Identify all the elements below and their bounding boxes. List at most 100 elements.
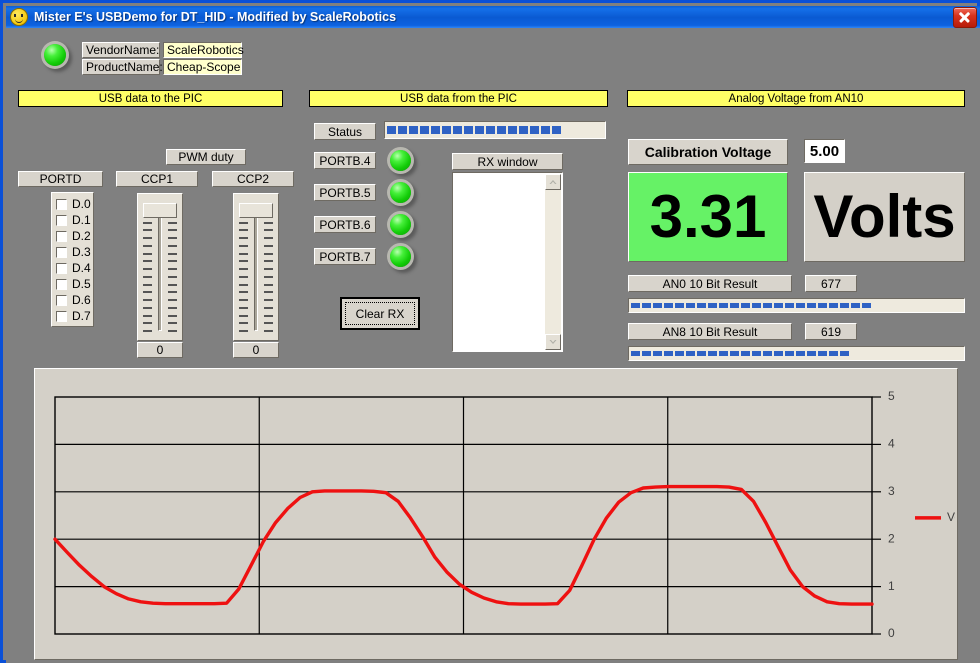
status-progress-bar [384,121,606,139]
portb6-led [390,214,411,235]
checkbox-d3[interactable] [56,247,67,258]
checkbox-d2[interactable] [56,231,67,242]
slider-tick [264,291,273,293]
slider-tick [143,222,152,224]
scroll-up-icon[interactable] [545,174,561,190]
progress-block [730,303,739,308]
checkbox-row-d0[interactable]: D.0 [56,196,93,212]
slider-tick [168,276,177,278]
slider-tick [239,330,248,332]
checkbox-row-d4[interactable]: D.4 [56,260,93,276]
ccp1-slider[interactable] [137,193,183,341]
checkbox-row-d2[interactable]: D.2 [56,228,93,244]
checkbox-row-d3[interactable]: D.3 [56,244,93,260]
progress-block [541,126,550,134]
checkbox-row-d6[interactable]: D.6 [56,292,93,308]
slider-tick [264,322,273,324]
progress-block [741,303,750,308]
progress-block [796,351,805,356]
slider-tick [143,307,152,309]
slider-tick [264,229,273,231]
rx-window-text [456,175,543,349]
voltage-readout: 3.31 [628,172,788,262]
slider-tick [168,299,177,301]
checkbox-d4[interactable] [56,263,67,274]
checkbox-row-d7[interactable]: D.7 [56,308,93,324]
ccp1-slider-ticks-right [168,206,177,332]
client-area: VendorName: ScaleRobotics ProductName: C… [6,28,980,663]
checkbox-label-d7: D.7 [72,309,91,323]
an0-result-value: 677 [805,275,857,292]
progress-block [774,303,783,308]
portb4-label: PORTB.4 [314,152,376,169]
progress-block [431,126,440,134]
chart-y-tick-label: 1 [888,579,895,593]
slider-tick [239,253,248,255]
checkbox-row-d5[interactable]: D.5 [56,276,93,292]
portb7-label: PORTB.7 [314,248,376,265]
progress-block [675,351,684,356]
slider-tick [239,307,248,309]
slider-tick [239,284,248,286]
slider-tick [239,299,248,301]
close-icon[interactable] [953,7,977,28]
slider-tick [168,322,177,324]
portb5-label: PORTB.5 [314,184,376,201]
chart-legend-label: Volts [947,510,955,524]
checkbox-row-d1[interactable]: D.1 [56,212,93,228]
progress-block [420,126,429,134]
progress-block [851,303,860,308]
chart-y-tick-label: 3 [888,484,895,498]
slider-tick [168,245,177,247]
checkbox-d5[interactable] [56,279,67,290]
usb-from-pic-banner: USB data from the PIC [309,90,608,107]
progress-block [818,303,827,308]
slider-tick [168,260,177,262]
slider-tick [143,237,152,239]
slider-tick [264,237,273,239]
checkbox-d7[interactable] [56,311,67,322]
chart-y-tick-label: 4 [888,437,895,451]
progress-block [631,303,640,308]
clear-rx-button[interactable]: Clear RX [340,297,420,330]
slider-tick [264,315,273,317]
rx-scrollbar[interactable] [545,174,561,350]
progress-block [486,126,495,134]
checkbox-d0[interactable] [56,199,67,210]
ccp2-slider-thumb[interactable] [239,203,273,218]
ccp1-slider-thumb[interactable] [143,203,177,218]
ccp1-label: CCP1 [116,171,198,187]
ccp1-value: 0 [137,342,183,358]
checkbox-d6[interactable] [56,295,67,306]
scroll-down-icon[interactable] [545,334,561,350]
progress-block [464,126,473,134]
ccp2-value: 0 [233,342,279,358]
voltage-units: Volts [813,187,955,247]
progress-block [519,126,528,134]
slider-tick [239,222,248,224]
chart-y-tick-label: 2 [888,531,895,545]
slider-tick [143,315,152,317]
checkbox-label-d5: D.5 [72,277,91,291]
progress-block [719,351,728,356]
portd-checkbox-group: D.0 D.1 D.2 D.3 D.4 D.5 [51,192,94,327]
progress-block [686,351,695,356]
checkbox-d1[interactable] [56,215,67,226]
progress-block [785,351,794,356]
title-bar: Mister E's USBDemo for DT_HID - Modified… [6,6,980,28]
slider-tick [264,222,273,224]
progress-block [508,126,517,134]
rx-window[interactable] [452,172,563,352]
ccp1-slider-ticks-left [143,206,152,332]
calibration-voltage-input[interactable]: 5.00 [804,139,845,163]
slider-tick [143,276,152,278]
checkbox-label-d4: D.4 [72,261,91,275]
progress-block [840,303,849,308]
rx-window-label: RX window [452,153,563,170]
slider-tick [168,253,177,255]
ccp2-slider[interactable] [233,193,279,341]
progress-block [796,303,805,308]
slider-tick [143,322,152,324]
progress-block [862,303,871,308]
an8-progress-bar [628,346,965,361]
